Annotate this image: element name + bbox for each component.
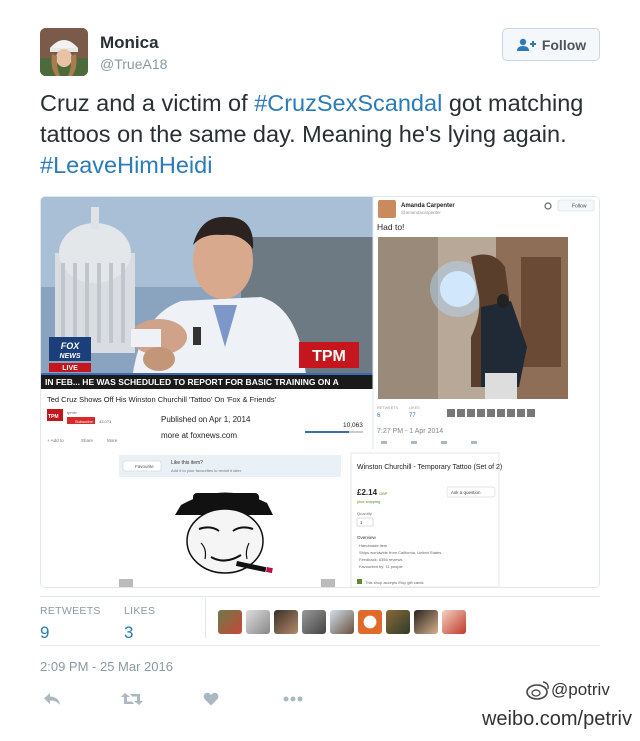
hashtag-link[interactable]: #LeaveHimHeidi: [40, 152, 212, 178]
liker-avatar[interactable]: [386, 610, 410, 634]
more-icon[interactable]: [283, 696, 303, 702]
svg-text:Feedback: 6356 reviews: Feedback: 6356 reviews: [359, 557, 402, 562]
watermark-url: weibo.com/petriv: [481, 708, 632, 730]
follow-button[interactable]: Follow: [502, 28, 600, 61]
news-ticker: IN FEB... HE WAS SCHEDULED TO REPORT FOR…: [45, 377, 339, 387]
svg-text:Quantity: Quantity: [357, 511, 372, 516]
svg-text:7:27 PM - 1 Apr 2014: 7:27 PM - 1 Apr 2014: [377, 428, 443, 435]
liker-avatar[interactable]: [246, 610, 270, 634]
etsy-product-title: Winston Churchill - Temporary Tattoo (Se…: [357, 464, 502, 471]
liker-avatar[interactable]: [218, 610, 242, 634]
tweet-text: Cruz and a victim of #CruzSexScandal got…: [40, 88, 600, 181]
svg-text:Favourited by: 11 people: Favourited by: 11 people: [359, 564, 404, 569]
svg-text:Amanda Carpenter: Amanda Carpenter: [401, 203, 455, 209]
likes-count[interactable]: 3: [124, 623, 155, 643]
author-handle[interactable]: @TrueA18: [100, 56, 167, 72]
liker-avatar[interactable]: [442, 610, 466, 634]
embedded-tweet: Amanda Carpenter @amandacarpenter Follow…: [372, 197, 599, 449]
svg-text:TPM: TPM: [48, 414, 59, 420]
tweet-card: Monica @TrueA18 Follow Cruz and a victim…: [0, 0, 640, 741]
news-video-frame: FOX NEWS LIVE TPM IN FEB... HE WAS SCHED…: [41, 197, 373, 389]
watermark-handle: @potriv: [551, 680, 610, 699]
live-badge: LIVE: [62, 365, 78, 372]
retweets-count[interactable]: 9: [40, 623, 101, 643]
liker-avatar[interactable]: [274, 610, 298, 634]
divider-bottom: [40, 645, 600, 646]
weibo-logo-icon: [526, 681, 549, 700]
etsy-left-panel: Favourite Like this item? Add it to your…: [41, 449, 351, 587]
svg-text:77: 77: [409, 413, 416, 419]
reply-icon[interactable]: [43, 692, 61, 706]
svg-text:£2.14: £2.14: [357, 488, 378, 497]
svg-text:This shop accepts Etsy gift ca: This shop accepts Etsy gift cards: [365, 580, 423, 585]
add-user-icon: [516, 38, 536, 51]
svg-text:Favourite: Favourite: [135, 464, 154, 469]
author-avatar[interactable]: [40, 28, 88, 76]
likes-label: LIKES: [124, 605, 156, 617]
svg-text:FOX: FOX: [61, 341, 80, 351]
tweet-timestamp[interactable]: 2:09 PM - 25 Mar 2016: [40, 659, 173, 674]
svg-text:More: More: [107, 438, 118, 443]
svg-text:LIKES: LIKES: [409, 406, 420, 410]
stats-divider: [205, 598, 206, 638]
liker-avatar[interactable]: [302, 610, 326, 634]
like-stat[interactable]: LIKES 3: [124, 605, 155, 643]
tweet-text-part: Cruz and a victim of: [40, 90, 255, 116]
etsy-product-panel: Winston Churchill - Temporary Tattoo (Se…: [350, 449, 599, 587]
view-count: 10,063: [343, 422, 363, 429]
published-date: Published on Apr 1, 2014: [161, 415, 251, 424]
svg-text:Ships worldwide from Californi: Ships worldwide from California, United …: [359, 550, 441, 555]
video-info-panel: Ted Cruz Shows Off His Winston Churchill…: [41, 389, 373, 449]
liker-avatars: [218, 610, 466, 634]
like-icon[interactable]: [203, 692, 219, 706]
author-name[interactable]: Monica: [100, 33, 159, 53]
video-title: Ted Cruz Shows Off His Winston Churchill…: [47, 395, 277, 404]
svg-text:plus shipping: plus shipping: [357, 499, 380, 504]
svg-text:NEWS: NEWS: [60, 353, 81, 360]
svg-text:43,073: 43,073: [99, 419, 112, 424]
inner-tweet-text: Had to!: [377, 222, 404, 232]
retweets-label: RETWEETS: [40, 605, 101, 617]
svg-text:Ask a question: Ask a question: [451, 490, 481, 495]
liker-avatar[interactable]: [414, 610, 438, 634]
svg-text:GBP: GBP: [379, 491, 388, 496]
svg-text:Share: Share: [81, 438, 94, 443]
svg-text:Overview: Overview: [357, 535, 377, 540]
tweet-media[interactable]: FOX NEWS LIVE TPM IN FEB... HE WAS SCHED…: [40, 196, 600, 588]
liker-avatar[interactable]: [358, 610, 382, 634]
retweet-stat[interactable]: RETWEETS 9: [40, 605, 101, 643]
svg-text:Follow: Follow: [572, 204, 587, 210]
svg-text:Add it to your favourites to r: Add it to your favourites to revisit it …: [171, 468, 242, 473]
follow-label: Follow: [541, 36, 587, 53]
svg-text:+ Add to: + Add to: [47, 438, 64, 443]
svg-text:Subscribe: Subscribe: [75, 419, 94, 424]
more-at-link: more at foxnews.com: [161, 431, 237, 440]
svg-text:Handmade item: Handmade item: [359, 543, 388, 548]
divider-top: [40, 596, 600, 597]
tpm-badge: TPM: [312, 348, 346, 365]
svg-text:@amandacarpenter: @amandacarpenter: [401, 210, 441, 215]
svg-text:RETWEETS: RETWEETS: [377, 406, 399, 410]
liker-avatar[interactable]: [330, 610, 354, 634]
hashtag-link[interactable]: #CruzSexScandal: [254, 90, 442, 116]
retweet-icon[interactable]: [121, 692, 143, 706]
svg-text:Like this item?: Like this item?: [171, 460, 203, 466]
svg-text:tpmtv: tpmtv: [67, 410, 77, 415]
